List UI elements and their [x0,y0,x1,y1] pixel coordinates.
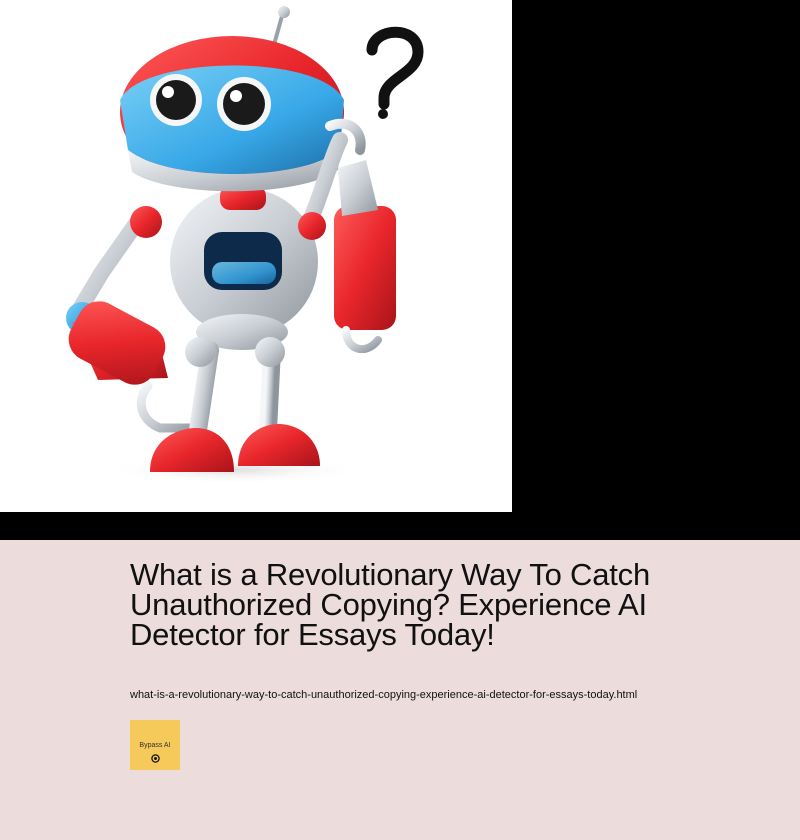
article-section: What is a Revolutionary Way To Catch Una… [0,540,800,840]
page-filename: what-is-a-revolutionary-way-to-catch-una… [130,689,638,701]
robot-illustration [66,6,424,484]
question-mark-icon [366,26,424,119]
bypass-ai-logo[interactable]: Bypass AI [130,720,180,770]
target-icon [150,754,160,763]
hero-image [0,0,512,512]
logo-label: Bypass AI [139,742,171,749]
page-title: What is a Revolutionary Way To Catch Una… [130,557,651,652]
robot-head [120,36,344,192]
